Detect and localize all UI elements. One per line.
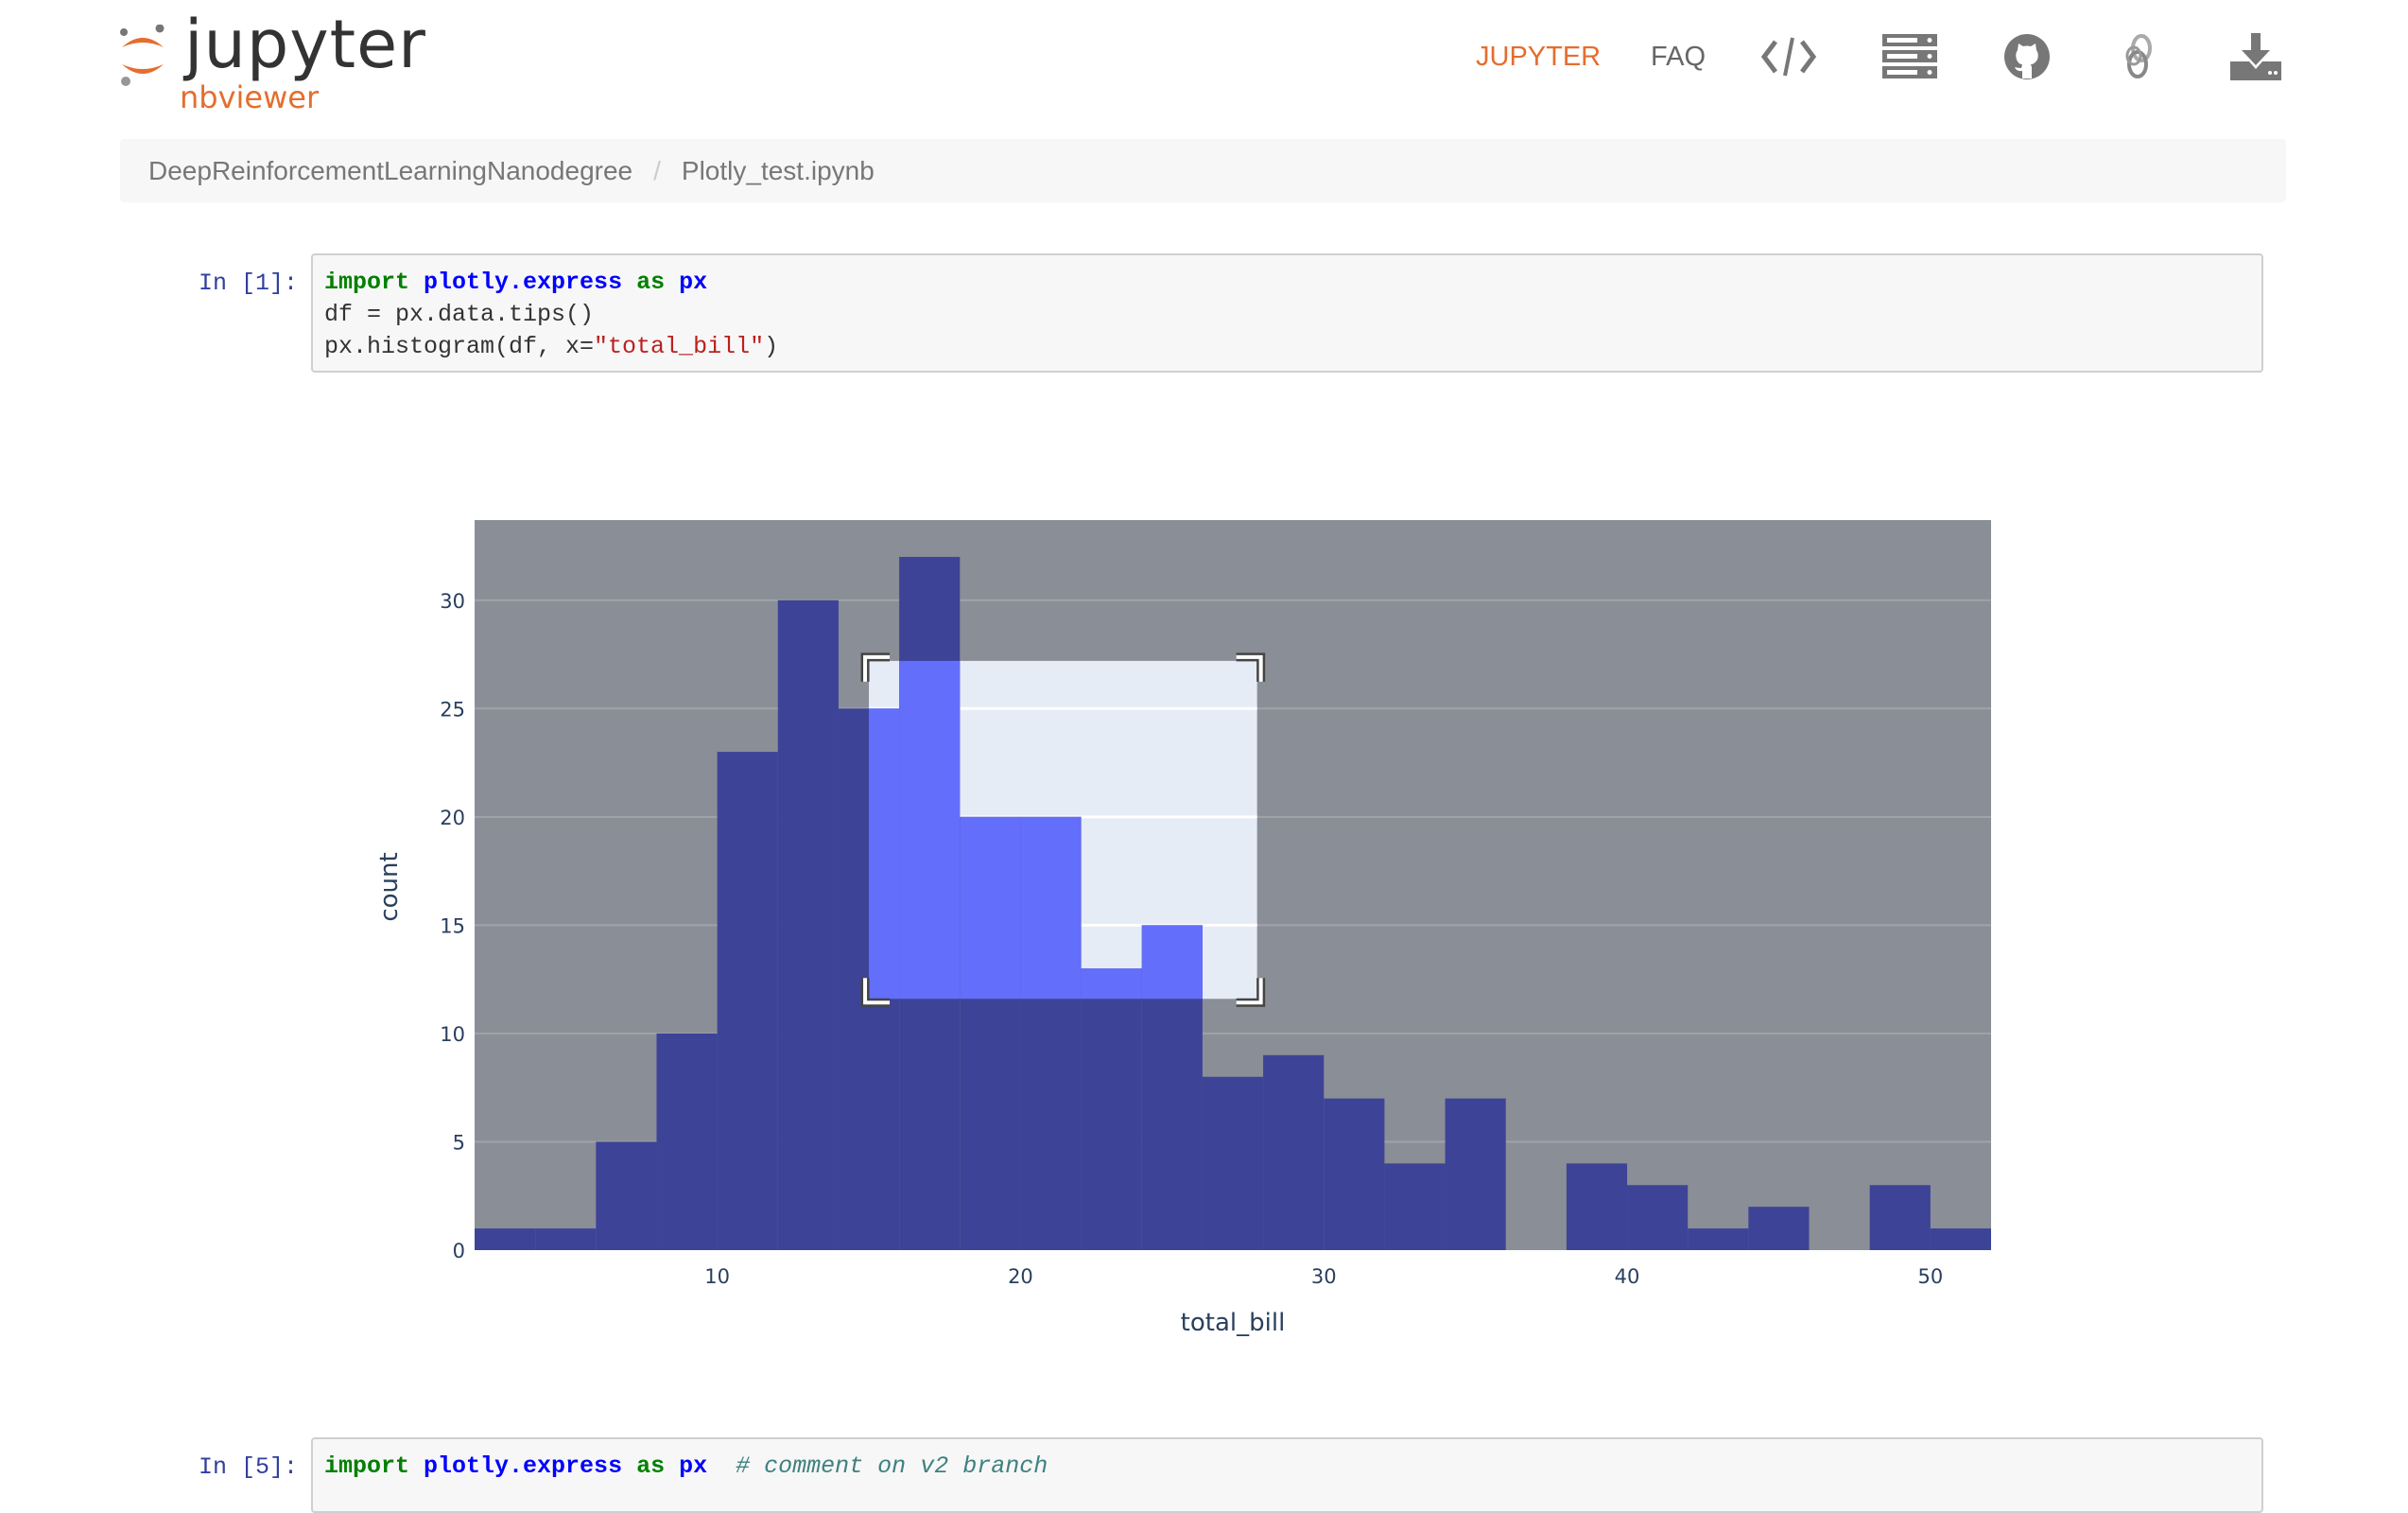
histogram-bar[interactable]: [1445, 1098, 1506, 1250]
histogram-bar[interactable]: [1688, 1228, 1749, 1250]
code-line: import plotly.express as px # comment on…: [324, 1451, 2250, 1483]
x-tick-label: 10: [704, 1265, 730, 1288]
histogram-bar[interactable]: [535, 1228, 597, 1250]
histogram-bar[interactable]: [475, 1228, 536, 1250]
histogram-bar-selected: [899, 660, 961, 1000]
histogram-bar-selected: [1081, 968, 1142, 1000]
histogram-bar-selected: [869, 708, 900, 1000]
histogram-bar[interactable]: [1202, 1076, 1264, 1250]
y-tick-label: 30: [440, 590, 465, 613]
x-tick-label: 40: [1615, 1265, 1640, 1288]
histogram-bar-selected: [960, 816, 1021, 1000]
y-tick-label: 10: [440, 1023, 465, 1046]
x-axis-title: total_bill: [1181, 1309, 1286, 1337]
y-tick-label: 25: [440, 698, 465, 721]
y-axis-title: count: [375, 852, 404, 921]
histogram-bar[interactable]: [1627, 1185, 1689, 1250]
y-tick-label: 0: [453, 1240, 465, 1262]
histogram-bar[interactable]: [1869, 1185, 1931, 1250]
x-tick-label: 20: [1008, 1265, 1033, 1288]
histogram-bar[interactable]: [777, 600, 839, 1250]
histogram-bar-selected: [1020, 816, 1082, 1000]
y-tick-label: 5: [453, 1131, 465, 1154]
histogram-chart[interactable]: 0 5 10 15 20 25 30 10 20 30 40 50 total_bill count: [0, 0, 2408, 1476]
histogram-bar[interactable]: [656, 1033, 718, 1250]
histogram-bar[interactable]: [596, 1141, 657, 1250]
histogram-bar[interactable]: [1930, 1228, 1991, 1250]
x-tick-label: 30: [1311, 1265, 1337, 1288]
histogram-bar-selected: [1141, 925, 1203, 1000]
y-tick-label: 20: [440, 807, 465, 829]
input-prompt: In [5]:: [198, 1453, 298, 1481]
y-tick-label: 15: [440, 914, 465, 937]
histogram-bar[interactable]: [1081, 968, 1142, 1250]
histogram-bar[interactable]: [1324, 1098, 1385, 1250]
histogram-bar[interactable]: [717, 752, 778, 1250]
histogram-bar[interactable]: [1566, 1163, 1628, 1250]
histogram-bar[interactable]: [1263, 1054, 1325, 1250]
histogram-bar[interactable]: [1748, 1207, 1810, 1250]
histogram-bar[interactable]: [1384, 1163, 1446, 1250]
code-cell-input[interactable]: import plotly.express as px # comment on…: [311, 1437, 2263, 1513]
x-tick-label: 50: [1917, 1265, 1943, 1288]
